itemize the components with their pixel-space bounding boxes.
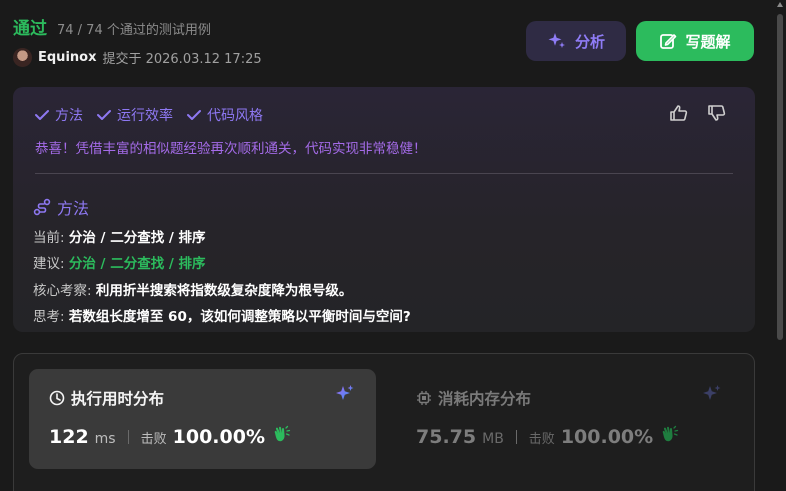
chip-icon	[417, 391, 431, 405]
analysis-card: 方法 运行效率 代码风格 恭喜！凭借丰富的相似题经验再次顺利通关，代码实现非常稳…	[13, 87, 755, 332]
memory-title: 消耗内存分布	[438, 390, 532, 408]
performance-card: 执行用时分布 122 ms 击败 100.00% 消耗内存分布 75.75 MB…	[13, 353, 755, 491]
runtime-value: 122	[49, 426, 89, 448]
method-heading: 方法	[33, 195, 89, 219]
memory-heading: 消耗内存分布	[416, 387, 531, 409]
check-item-efficiency: 运行效率	[97, 105, 173, 125]
clap-icon	[274, 425, 291, 442]
separator	[127, 429, 129, 444]
sparkle-icon[interactable]	[701, 383, 723, 405]
divider	[35, 173, 733, 174]
status-title: 通过	[13, 19, 47, 39]
check-icon	[97, 110, 111, 120]
check-icon	[187, 110, 201, 120]
core-insight: 核心考察: 利用折半搜索将指数级复杂度降为根号级。	[33, 279, 352, 299]
runtime-beats-pct: 100.00%	[172, 426, 265, 448]
solution-label: 写题解	[685, 32, 731, 51]
scrollbar-thumb[interactable]	[777, 14, 783, 340]
current-approach: 当前: 分治 / 二分查找 / 排序	[33, 226, 206, 246]
check-label: 方法	[55, 108, 83, 124]
clock-icon	[49, 390, 65, 406]
sparkle-icon[interactable]	[334, 383, 356, 405]
check-label: 代码风格	[207, 108, 263, 124]
memory-unit: MB	[482, 431, 504, 447]
feedback-buttons	[669, 103, 727, 123]
thumbs-up-icon[interactable]	[669, 103, 689, 123]
insight-label: 核心考察:	[33, 283, 92, 299]
runtime-panel[interactable]: 执行用时分布 122 ms 击败 100.00%	[29, 369, 376, 469]
method-icon	[33, 198, 51, 216]
edit-icon	[660, 34, 677, 49]
current-value: 分治 / 二分查找 / 排序	[68, 230, 206, 246]
method-title: 方法	[57, 199, 90, 218]
runtime-heading: 执行用时分布	[49, 387, 164, 409]
scrollbar[interactable]	[774, 0, 786, 491]
congrats-message: 恭喜！凭借丰富的相似题经验再次顺利通关，代码实现非常稳健！	[35, 141, 427, 157]
memory-value: 75.75	[416, 426, 477, 448]
write-solution-button[interactable]: 写题解	[636, 21, 754, 61]
think-value: 若数组长度增至 60，该如何调整策略以平衡时间与空间?	[68, 309, 411, 325]
submit-time: 提交于 2026.03.12 17:25	[102, 52, 262, 67]
clap-icon	[662, 425, 679, 442]
runtime-unit: ms	[94, 431, 116, 447]
scroll-up-arrow-icon[interactable]	[777, 2, 783, 7]
sparkle-icon	[548, 33, 565, 48]
runtime-title: 执行用时分布	[71, 390, 165, 408]
suggest-value: 分治 / 二分查找 / 排序	[68, 256, 206, 272]
submission-header: 通过 74 / 74 个通过的测试用例 Equinox 提交于 2026.03.…	[13, 14, 755, 74]
runtime-values: 122 ms 击败 100.00%	[49, 425, 291, 448]
check-icon	[35, 110, 49, 120]
memory-values: 75.75 MB 击败 100.00%	[416, 425, 679, 448]
thumbs-down-icon[interactable]	[707, 103, 727, 123]
analyze-button[interactable]: 分析	[526, 21, 626, 61]
check-item-method: 方法	[35, 105, 83, 125]
memory-panel[interactable]: 消耗内存分布 75.75 MB 击败 100.00%	[396, 369, 743, 469]
think-label: 思考:	[33, 309, 65, 325]
author-name[interactable]: Equinox	[38, 50, 96, 65]
memory-beats-pct: 100.00%	[560, 426, 654, 448]
think-question: 思考: 若数组长度增至 60，该如何调整策略以平衡时间与空间?	[33, 305, 411, 325]
test-summary: 74 / 74 个通过的测试用例	[57, 23, 211, 38]
separator	[515, 429, 517, 444]
runtime-beats-label: 击败	[140, 432, 167, 447]
suggest-label: 建议:	[33, 256, 65, 272]
check-item-style: 代码风格	[187, 105, 263, 125]
current-label: 当前:	[33, 230, 65, 246]
check-tags: 方法 运行效率 代码风格	[35, 105, 263, 125]
suggested-approach: 建议: 分治 / 二分查找 / 排序	[33, 252, 206, 272]
insight-value: 利用折半搜索将指数级复杂度降为根号级。	[95, 283, 353, 299]
memory-beats-label: 击败	[528, 432, 555, 447]
check-label: 运行效率	[117, 108, 173, 124]
analyze-label: 分析	[574, 32, 605, 51]
avatar[interactable]	[13, 48, 32, 67]
